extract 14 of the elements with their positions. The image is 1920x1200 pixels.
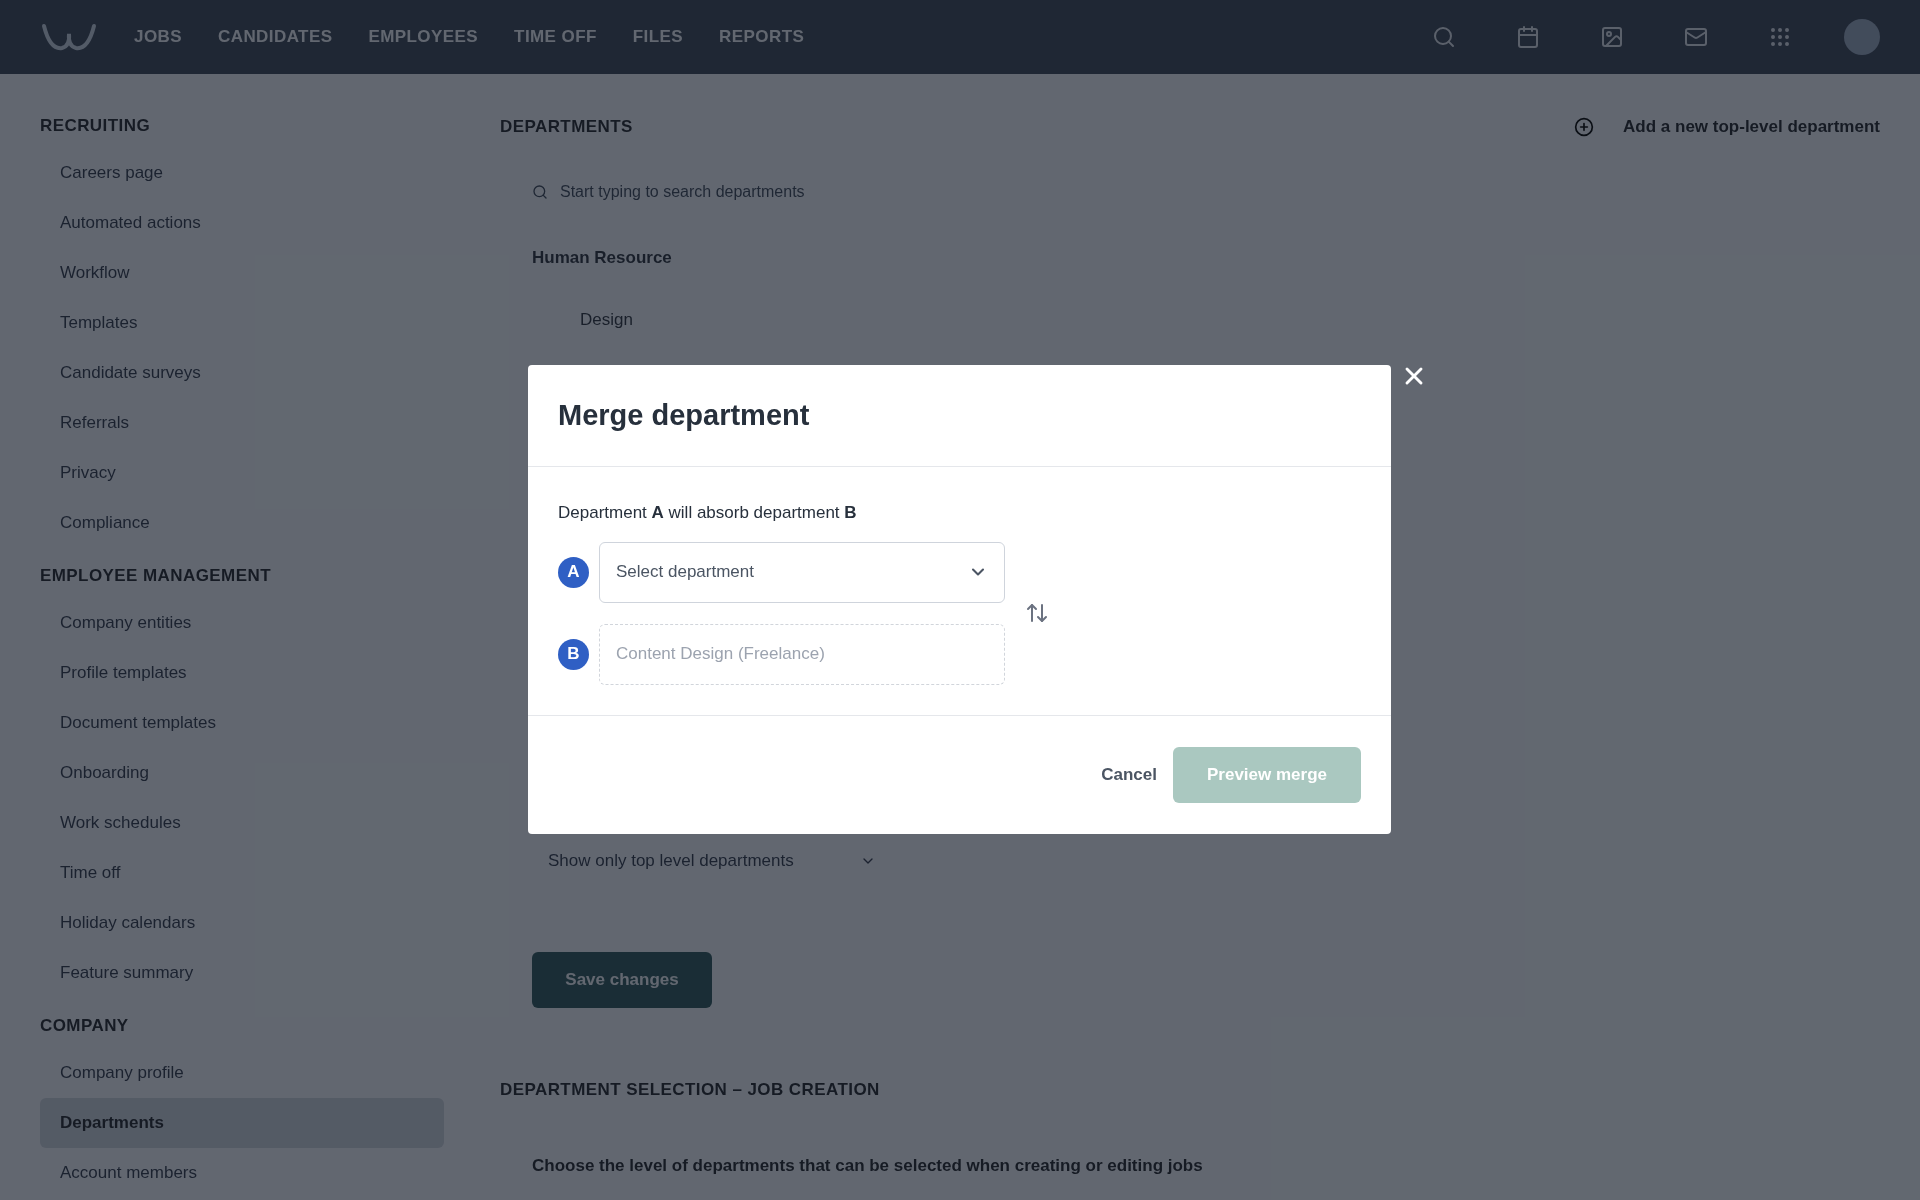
section-description: Choose the level of departments that can be selected when creating or editing jobs [532, 1155, 1204, 1177]
plus-circle-icon[interactable] [1574, 117, 1594, 137]
dialog-title: Merge department [558, 397, 810, 433]
department-badge: A [558, 556, 589, 588]
sidebar-section-title: RECRUITING [40, 115, 152, 138]
swap-icon[interactable] [1025, 601, 1049, 625]
sidebar-section-title: EMPLOYEE MANAGEMENT [40, 565, 272, 588]
section-heading: DEPARTMENTS [500, 116, 633, 139]
sidebar-section-title: COMPANY [40, 1015, 130, 1038]
cancel-button[interactable]: Cancel [1097, 761, 1161, 788]
section-heading: DEPARTMENT SELECTION – JOB CREATION [500, 1079, 881, 1102]
department-select[interactable]: Select department [599, 541, 1005, 603]
department-badge: B [558, 638, 589, 670]
merge-description: Department A will absorb department B [558, 502, 858, 524]
